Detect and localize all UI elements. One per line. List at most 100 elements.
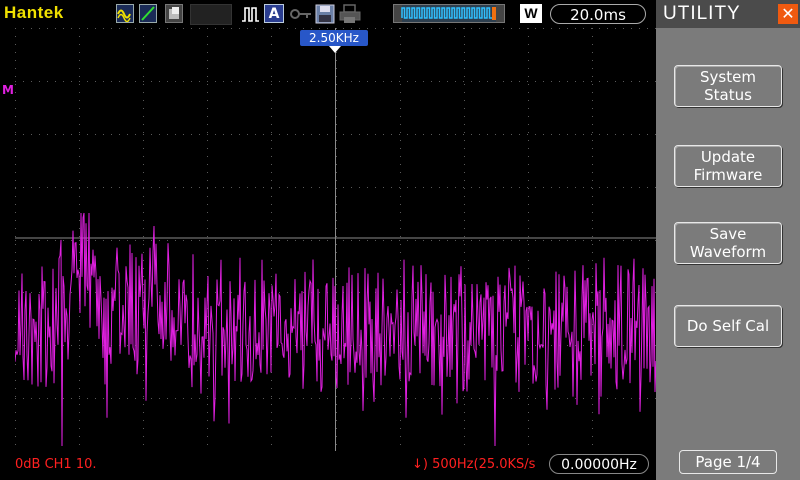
grid-dot xyxy=(15,364,16,365)
grid-dot xyxy=(79,356,80,357)
auto-mode-icon[interactable]: A xyxy=(264,4,284,23)
grid-dot xyxy=(591,134,592,135)
page-button[interactable]: Page 1/4 xyxy=(679,450,777,474)
grid-dot xyxy=(311,345,312,346)
grid-dot xyxy=(528,188,529,189)
grid-dot xyxy=(336,428,337,429)
grid-dot xyxy=(464,404,465,405)
grid-dot xyxy=(455,81,456,82)
vector-mode-icon[interactable] xyxy=(139,4,157,23)
grid-dot xyxy=(399,345,400,346)
grid-dot xyxy=(79,364,80,365)
grid-dot xyxy=(15,220,16,221)
save-waveform-button[interactable]: Save Waveform xyxy=(674,222,782,264)
persist-mode-icon[interactable] xyxy=(165,4,183,23)
grid-dot xyxy=(207,220,208,221)
grid-dot xyxy=(143,81,144,82)
grid-dot xyxy=(511,398,512,399)
window-mode-badge[interactable]: W xyxy=(520,4,542,23)
grid-dot xyxy=(199,292,200,293)
grid-dot xyxy=(375,81,376,82)
grid-dot xyxy=(207,212,208,213)
grid-dot xyxy=(431,28,432,29)
grid-dot xyxy=(71,187,72,188)
grid-dot xyxy=(135,81,136,82)
grid-dot xyxy=(31,187,32,188)
close-icon[interactable]: ✕ xyxy=(778,4,798,24)
grid-dot xyxy=(615,134,616,135)
grid-dot xyxy=(400,92,401,93)
grid-dot xyxy=(631,292,632,293)
grid-dot xyxy=(207,84,208,85)
grid-dot xyxy=(607,398,608,399)
grid-dot xyxy=(527,28,528,29)
grid-dot xyxy=(135,134,136,135)
grid-dot xyxy=(311,28,312,29)
grid-dot xyxy=(303,81,304,82)
update-firmware-button[interactable]: Update Firmware xyxy=(674,145,782,187)
grid-dot xyxy=(407,134,408,135)
grid-dot xyxy=(359,292,360,293)
trigger-position-arrow[interactable] xyxy=(329,46,341,53)
sine-mode-icon[interactable] xyxy=(116,4,134,23)
grid-dot xyxy=(23,81,24,82)
grid-dot xyxy=(271,398,272,399)
grid-dot xyxy=(247,81,248,82)
system-status-button[interactable]: System Status xyxy=(674,65,782,107)
save-disk-icon[interactable] xyxy=(315,4,335,24)
grid-dot xyxy=(15,436,16,437)
grid-dot xyxy=(271,52,272,53)
grid-dot xyxy=(528,388,529,389)
grid-dot xyxy=(15,324,16,325)
grid-dot xyxy=(247,28,248,29)
grid-dot xyxy=(207,44,208,45)
grid-dot xyxy=(528,172,529,173)
grid-dot xyxy=(63,28,64,29)
grid-dot xyxy=(79,340,80,341)
grid-dot xyxy=(207,188,208,189)
grid-dot xyxy=(15,36,16,37)
grid-dot xyxy=(79,84,80,85)
grid-dot xyxy=(495,292,496,293)
grid-dot xyxy=(336,236,337,237)
grid-dot xyxy=(479,28,480,29)
grid-dot xyxy=(151,28,152,29)
grid-dot xyxy=(415,240,416,241)
grid-dot xyxy=(503,28,504,29)
grid-dot xyxy=(159,240,160,241)
grid-dot xyxy=(400,148,401,149)
trigger-position-label[interactable]: 2.50KHz xyxy=(300,30,368,46)
grid-dot xyxy=(527,398,528,399)
grid-dot xyxy=(271,444,272,445)
grid-dot xyxy=(647,240,648,241)
grid-dot xyxy=(39,345,40,346)
grid-dot xyxy=(591,81,592,82)
grid-dot xyxy=(528,420,529,421)
trigger-edge-icon[interactable] xyxy=(240,4,259,23)
grid-dot xyxy=(207,196,208,197)
self-cal-button[interactable]: Do Self Cal xyxy=(674,305,782,347)
grid-dot xyxy=(231,240,232,241)
grid-dot xyxy=(592,428,593,429)
grid-dot xyxy=(279,240,280,241)
grid-dot xyxy=(447,134,448,135)
grid-dot xyxy=(528,108,529,109)
grid-dot xyxy=(15,108,16,109)
grid-dot xyxy=(464,52,465,53)
grid-dot xyxy=(31,28,32,29)
grid-dot xyxy=(247,292,248,293)
grid-dot xyxy=(327,187,328,188)
grid-dot xyxy=(15,172,16,173)
grid-dot xyxy=(143,244,144,245)
grid-dot xyxy=(336,92,337,93)
grid-dot xyxy=(535,187,536,188)
grid-dot xyxy=(464,188,465,189)
grid-dot xyxy=(400,212,401,213)
printer-icon[interactable] xyxy=(339,4,361,23)
timebase-readout[interactable]: 20.0ms xyxy=(550,4,646,24)
grid-dot xyxy=(119,187,120,188)
grid-dot xyxy=(159,81,160,82)
math-channel-marker[interactable]: M xyxy=(2,83,14,97)
grid-dot xyxy=(415,398,416,399)
grid-dot xyxy=(271,156,272,157)
